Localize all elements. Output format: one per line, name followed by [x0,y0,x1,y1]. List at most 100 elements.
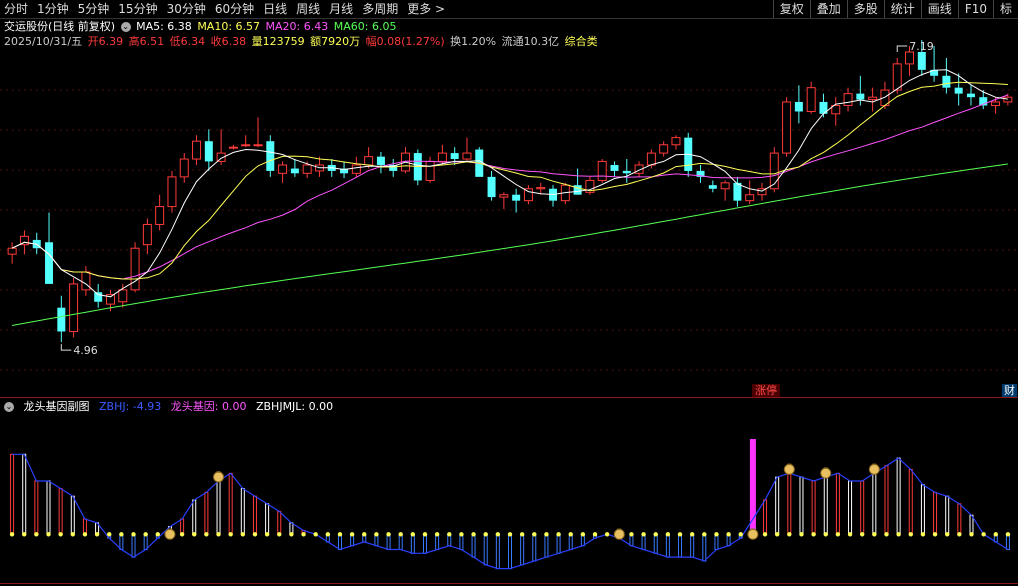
indicator-bar-55 [678,533,683,558]
money-bag-icon-3 [747,528,759,540]
zero-dot-22 [277,532,282,537]
zero-dot-39 [483,532,488,537]
indicator-bar-27 [337,533,342,551]
bottom-divider [0,583,1018,584]
zero-dot-18 [228,532,233,537]
indicator-bar-21 [265,503,270,535]
zero-dot-68 [835,532,841,537]
indicator-bar-72 [884,465,889,535]
zero-dot-60 [738,532,743,537]
zero-dot-44 [544,532,549,537]
indicator-bar-6 [82,518,87,535]
indicator-bar-68 [835,472,840,535]
zero-dot-26 [325,532,331,537]
zero-dot-66 [811,532,816,537]
zero-dot-75 [920,532,926,537]
indicator-bar-3 [46,480,51,535]
zero-dot-74 [908,532,913,537]
indicator-bar-74 [908,469,913,535]
indicator-bar-44 [544,533,549,558]
zero-dot-77 [945,532,950,537]
zero-dot-25 [313,532,318,537]
indicator-bar-34 [422,533,427,554]
money-bag-icon-5 [820,467,832,479]
indicator-bar-35 [435,533,440,551]
zero-dot-41 [507,532,513,537]
indicator-bar-63 [775,476,780,535]
zero-dot-71 [872,532,877,537]
zero-dot-36 [447,532,452,537]
indicator-bar-10 [131,533,136,558]
zero-dot-45 [556,532,561,537]
zero-dot-35 [434,532,440,537]
zero-dot-8 [107,532,112,537]
zero-dot-30 [374,532,379,537]
zero-dot-62 [762,532,768,537]
indicator-bar-70 [860,480,865,535]
zero-dot-76 [932,532,938,537]
zero-dot-53 [653,532,658,537]
zero-dot-63 [774,532,780,537]
indicator-bar-58 [714,533,719,551]
indicator-bar-40 [495,533,500,570]
indicator-chart[interactable] [0,0,1018,586]
indicator-bar-22 [277,510,282,535]
zero-dot-80 [981,532,986,537]
zero-dot-79 [969,532,974,537]
indicator-bar-66 [811,480,816,535]
indicator-bar-15 [192,499,197,535]
zero-dot-23 [289,532,294,537]
indicator-bar-17 [216,480,221,535]
zero-dot-58 [714,532,719,537]
zero-dot-48 [592,532,598,537]
indicator-bar-53 [653,533,658,554]
indicator-bar-77 [945,495,950,535]
zero-dot-82 [1005,532,1011,537]
zero-dot-43 [532,532,537,537]
zero-dot-81 [993,532,998,537]
indicator-bar-41 [508,533,512,570]
zero-dot-40 [495,532,501,537]
zero-dot-59 [726,532,731,537]
indicator-bar-33 [410,533,415,554]
indicator-bar-65 [799,476,804,535]
indicator-bar-43 [532,533,537,562]
indicator-bar-32 [398,533,403,551]
zero-dot-16 [204,532,209,537]
indicator-bar-71 [872,472,877,535]
indicator-bar-42 [520,533,525,566]
indicator-bar-4 [58,488,63,535]
zero-dot-14 [179,532,185,537]
indicator-bar-76 [933,491,938,535]
indicator-bar-57 [702,533,707,562]
indicator-bar-1 [22,453,27,535]
indicator-bar-31 [386,533,391,551]
indicator-bar-45 [556,533,561,554]
indicator-bar-79 [969,514,974,535]
indicator-bar-18 [228,472,233,535]
indicator-bar-62 [763,499,768,535]
zero-dot-52 [641,532,646,537]
zero-dot-28 [349,532,355,537]
zero-dot-21 [264,532,270,537]
indicator-bar-75 [920,484,925,535]
zero-dot-32 [398,532,403,537]
indicator-bar-67 [823,476,828,535]
zero-dot-57 [702,532,707,537]
zero-dot-54 [665,532,671,537]
zero-dot-33 [410,532,416,537]
zero-dot-46 [568,532,573,537]
indicator-bar-38 [471,533,476,558]
zero-dot-19 [240,532,246,537]
indicator-bar-9 [119,533,124,551]
zero-dot-12 [155,532,161,537]
indicator-bar-54 [665,533,670,558]
zero-dot-17 [216,532,221,537]
indicator-bar-39 [483,533,488,566]
indicator-bar-73 [896,457,901,535]
money-bag-icon-4 [783,463,795,475]
zero-dot-38 [471,532,476,537]
zero-dot-51 [629,532,634,537]
zero-dot-7 [94,532,100,537]
zero-dot-64 [787,532,792,537]
